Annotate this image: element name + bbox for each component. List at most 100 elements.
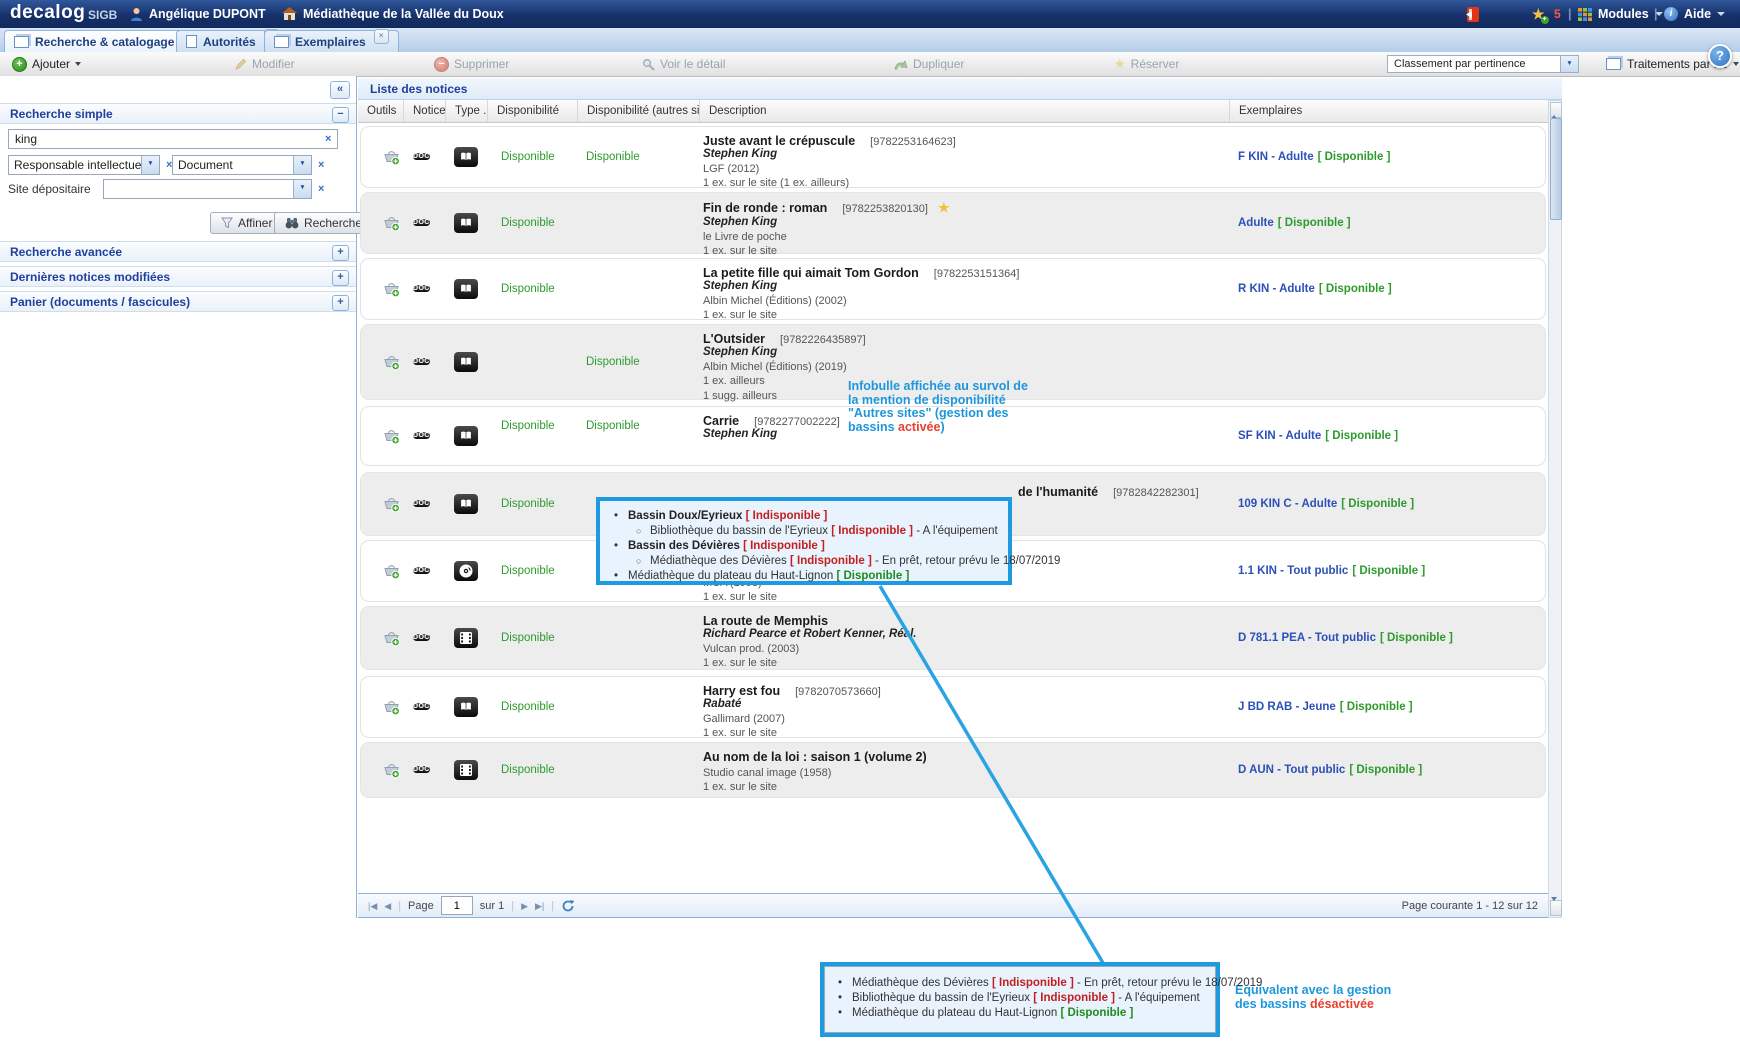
- collapse-section-button[interactable]: [332, 107, 349, 123]
- add-to-basket-icon[interactable]: [383, 215, 400, 232]
- doc-icon[interactable]: DOC: [413, 279, 430, 299]
- section-panier[interactable]: Panier (documents / fascicules): [0, 291, 356, 312]
- exemplaires-cell: SF KIN - Adulte[ Disponible ]: [1238, 430, 1398, 442]
- dispo-status: Disponible: [501, 283, 555, 295]
- doc-icon[interactable]: DOC: [413, 760, 430, 780]
- section-recherche-simple[interactable]: Recherche simple: [0, 103, 356, 124]
- first-page-button[interactable]: [368, 900, 377, 912]
- add-icon: [12, 57, 27, 72]
- column-notice[interactable]: Notice: [404, 100, 446, 122]
- add-to-basket-icon[interactable]: [383, 496, 400, 513]
- document-type-select[interactable]: Document: [172, 155, 312, 175]
- annotation-bassins-activee: Infobulle affichée au survol de la menti…: [848, 380, 1028, 434]
- annotation-line: bassins activée): [848, 421, 1028, 435]
- scroll-down-button[interactable]: [1550, 900, 1562, 916]
- current-user[interactable]: Angélique DUPONT: [130, 0, 266, 28]
- topbar-separator: |: [1568, 0, 1572, 28]
- column-outils[interactable]: Outils: [358, 100, 404, 122]
- expand-section-button[interactable]: [332, 270, 349, 286]
- chevron-down-icon[interactable]: [141, 156, 159, 174]
- current-site[interactable]: Médiathèque de la Vallée du Doux: [282, 0, 504, 28]
- add-to-basket-icon[interactable]: [383, 563, 400, 580]
- add-to-basket-icon[interactable]: [383, 354, 400, 371]
- scrollbar-thumb[interactable]: [1550, 118, 1562, 220]
- doc-icon[interactable]: DOC: [413, 561, 430, 581]
- column-exemplaires[interactable]: Exemplaires: [1230, 100, 1548, 122]
- clear-site-depositaire-icon[interactable]: [318, 184, 324, 195]
- add-to-basket-icon[interactable]: [383, 762, 400, 779]
- add-to-basket-icon[interactable]: [383, 281, 400, 298]
- tab-exemplaires[interactable]: Exemplaires: [264, 30, 399, 52]
- dispo-autres-status[interactable]: Disponible: [586, 151, 640, 163]
- doc-icon[interactable]: DOC: [413, 147, 430, 167]
- favorite-star-icon[interactable]: [938, 200, 950, 215]
- next-page-button[interactable]: [521, 900, 528, 912]
- dispo-autres-status[interactable]: Disponible: [586, 420, 640, 432]
- last-page-button[interactable]: [535, 900, 544, 912]
- chevron-down-icon[interactable]: [293, 156, 311, 174]
- column-description[interactable]: Description: [700, 100, 1230, 122]
- chevron-down-icon[interactable]: [1560, 56, 1578, 72]
- close-icon[interactable]: [374, 29, 389, 44]
- help-question-icon[interactable]: [1708, 44, 1732, 68]
- dupliquer-button[interactable]: Dupliquer: [888, 52, 970, 76]
- table-row[interactable]: DOC Disponible Harry est fou[97820705736…: [360, 676, 1546, 738]
- doc-icon[interactable]: DOC: [413, 352, 430, 372]
- add-to-basket-icon[interactable]: [383, 630, 400, 647]
- exit-button[interactable]: [1464, 0, 1482, 28]
- copies-pages-icon: [274, 36, 289, 48]
- refresh-icon[interactable]: [561, 899, 575, 913]
- section-dernieres-notices[interactable]: Dernières notices modifiées: [0, 266, 356, 287]
- add-to-basket-icon[interactable]: [383, 699, 400, 716]
- table-row[interactable]: DOC Disponible La petite fille qui aimai…: [360, 258, 1546, 320]
- page-number-input[interactable]: [441, 896, 473, 915]
- section-recherche-avancee[interactable]: Recherche avancée: [0, 241, 356, 262]
- table-row[interactable]: DOC Disponible Fin de ronde : roman[9782…: [360, 192, 1546, 254]
- notice-publisher: Studio canal image (1958): [703, 767, 1263, 779]
- classement-select[interactable]: Classement par pertinence: [1387, 55, 1579, 73]
- expand-section-button[interactable]: [332, 245, 349, 261]
- doc-icon[interactable]: DOC: [413, 697, 430, 717]
- modifier-button[interactable]: Modifier: [228, 52, 301, 76]
- site-depositaire-select[interactable]: [103, 179, 312, 199]
- table-row[interactable]: DOC Disponible Au nom de la loi : saison…: [360, 742, 1546, 798]
- doc-icon[interactable]: DOC: [413, 213, 430, 233]
- scroll-up-button[interactable]: [1550, 102, 1562, 118]
- modules-menu[interactable]: Modules: [1578, 0, 1663, 28]
- ajouter-button[interactable]: Ajouter: [6, 52, 87, 76]
- doc-icon[interactable]: DOC: [413, 494, 430, 514]
- add-to-basket-icon[interactable]: [383, 149, 400, 166]
- vertical-scrollbar[interactable]: [1548, 100, 1562, 918]
- chevron-down-icon[interactable]: [293, 180, 311, 198]
- column-disponibilite-autres[interactable]: Disponibilité (autres sit...: [578, 100, 700, 122]
- section-title: Dernières notices modifiées: [10, 270, 170, 284]
- dispo-status: Disponible: [501, 701, 555, 713]
- annotation-line: Infobulle affichée au survol de: [848, 380, 1028, 394]
- column-type[interactable]: Type ...: [446, 100, 488, 122]
- favorites-button[interactable]: +: [1532, 0, 1545, 28]
- table-row[interactable]: DOC Disponible La route de Memphis Richa…: [360, 606, 1546, 670]
- notice-author: Rabaté: [703, 698, 1263, 710]
- collapse-sidebar-button[interactable]: [330, 81, 350, 99]
- table-row[interactable]: DOC Disponible Disponible Juste avant le…: [360, 126, 1546, 188]
- expand-section-button[interactable]: [332, 295, 349, 311]
- add-to-basket-icon[interactable]: [383, 428, 400, 445]
- search-input[interactable]: [8, 129, 338, 149]
- affiner-button[interactable]: Affiner: [210, 212, 283, 234]
- supprimer-button[interactable]: Supprimer: [428, 52, 515, 76]
- clear-document-type-icon[interactable]: [318, 160, 324, 171]
- doc-icon[interactable]: DOC: [413, 628, 430, 648]
- sub-bullet-icon: [636, 554, 650, 569]
- reserver-button[interactable]: Réserver: [1108, 52, 1185, 76]
- aide-menu[interactable]: Aide: [1664, 0, 1725, 28]
- clear-search-icon[interactable]: [325, 134, 331, 145]
- responsable-select[interactable]: Responsable intellectuel: [8, 155, 160, 175]
- dispo-status: Disponible: [501, 420, 555, 432]
- column-disponibilite[interactable]: Disponibilité: [488, 100, 578, 122]
- voir-detail-button[interactable]: Voir le détail: [636, 52, 731, 76]
- doc-icon[interactable]: DOC: [413, 426, 430, 446]
- dispo-autres-status[interactable]: Disponible: [586, 356, 640, 368]
- previous-page-button[interactable]: [384, 900, 391, 912]
- notice-description: Juste avant le crépuscule[9782253164623]…: [703, 134, 1263, 189]
- decalog-sigb-window: decalog SIGB Angélique DUPONT Médiathèqu…: [0, 0, 1740, 1048]
